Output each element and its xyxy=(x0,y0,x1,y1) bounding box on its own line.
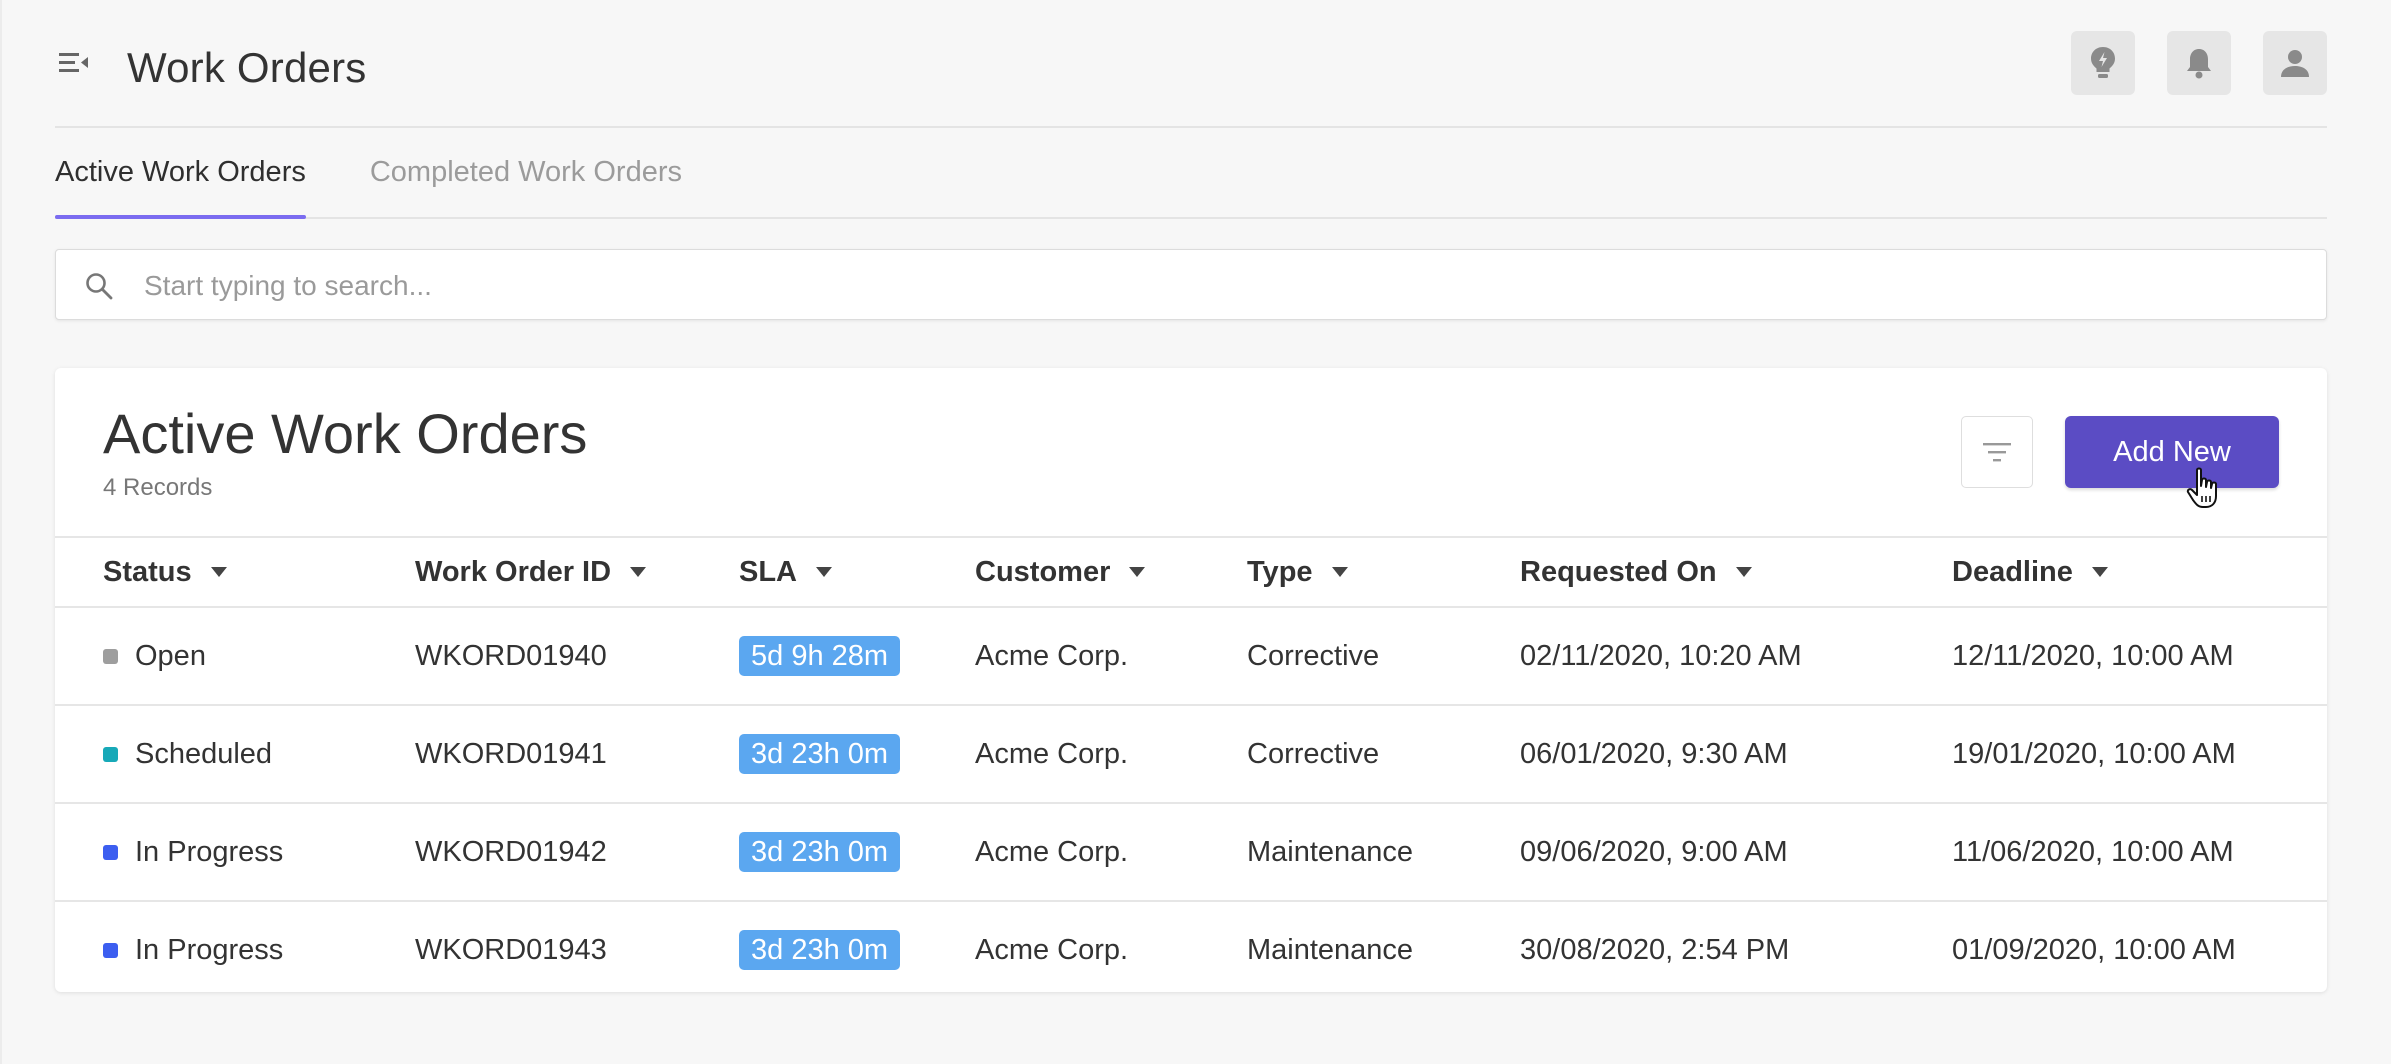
user-icon xyxy=(2281,50,2309,77)
sort-icon[interactable] xyxy=(1128,566,1146,578)
status-cell: Scheduled xyxy=(103,706,272,802)
filter-button[interactable] xyxy=(1961,416,2033,488)
filter-icon xyxy=(1983,443,2011,462)
deadline: 11/06/2020, 10:00 AM xyxy=(1952,835,2234,868)
tab-active-work-orders[interactable]: Active Work Orders xyxy=(55,128,306,219)
tab-completed-work-orders[interactable]: Completed Work Orders xyxy=(370,128,682,217)
record-count: 4 Records xyxy=(103,474,213,501)
search-icon xyxy=(86,273,113,300)
work-order-id: WKORD01942 xyxy=(415,835,607,868)
notifications-button[interactable] xyxy=(2167,31,2231,95)
search-input[interactable] xyxy=(142,250,2296,321)
status-label: In Progress xyxy=(135,835,284,868)
sla-cell: 3d 23h 0m xyxy=(739,706,901,802)
sla-badge: 5d 9h 28m xyxy=(739,636,901,676)
sort-icon[interactable] xyxy=(210,566,228,578)
menu-collapse-icon[interactable] xyxy=(55,47,91,79)
type: Maintenance xyxy=(1247,933,1414,966)
status-dot xyxy=(103,844,118,860)
requested-on: 09/06/2020, 9:00 AM xyxy=(1520,835,1788,868)
work-orders-card: Active Work Orders 4 Records Add New Sta… xyxy=(55,368,2327,992)
sla-badge: 3d 23h 0m xyxy=(739,930,901,970)
requested-on: 02/11/2020, 10:20 AM xyxy=(1520,639,1802,672)
col-customer[interactable]: Customer xyxy=(975,538,1146,606)
column-header-label: SLA xyxy=(739,555,797,588)
sla-cell: 3d 23h 0m xyxy=(739,902,901,998)
customer: Acme Corp. xyxy=(975,639,1129,672)
sort-icon[interactable] xyxy=(1735,566,1753,578)
sort-icon[interactable] xyxy=(1331,566,1349,578)
col-type[interactable]: Type xyxy=(1247,538,1349,606)
type: Corrective xyxy=(1247,639,1380,672)
type: Maintenance xyxy=(1247,835,1414,868)
profile-button[interactable] xyxy=(2263,31,2327,95)
column-header-label: Type xyxy=(1247,555,1313,588)
sla-cell: 3d 23h 0m xyxy=(739,804,901,900)
work-order-id: WKORD01940 xyxy=(415,639,607,672)
requested-on: 06/01/2020, 9:30 AM xyxy=(1520,737,1788,770)
status-dot xyxy=(103,648,118,664)
card-title: Active Work Orders xyxy=(103,402,588,465)
sla-badge: 3d 23h 0m xyxy=(739,734,901,774)
work-orders-table: Status Work Order ID SLA Customer Type R… xyxy=(55,536,2327,998)
column-header-label: Deadline xyxy=(1952,555,2073,588)
status-dot xyxy=(103,942,118,958)
requested-on: 30/08/2020, 2:54 PM xyxy=(1520,933,1790,966)
col-deadline[interactable]: Deadline xyxy=(1952,538,2109,606)
bell-icon xyxy=(2187,49,2211,79)
table-row[interactable]: Scheduled WKORD01941 3d 23h 0m Acme Corp… xyxy=(55,704,2327,802)
work-order-id: WKORD01943 xyxy=(415,933,607,966)
lightbulb-icon xyxy=(2091,47,2115,78)
status-cell: In Progress xyxy=(103,902,283,998)
work-order-id: WKORD01941 xyxy=(415,737,607,770)
tips-button[interactable] xyxy=(2071,31,2135,95)
deadline: 12/11/2020, 10:00 AM xyxy=(1952,639,2234,672)
customer: Acme Corp. xyxy=(975,835,1129,868)
col-requested-on[interactable]: Requested On xyxy=(1520,538,1753,606)
sort-icon[interactable] xyxy=(629,566,647,578)
status-cell: In Progress xyxy=(103,804,283,900)
type: Corrective xyxy=(1247,737,1380,770)
column-header-label: Status xyxy=(103,555,192,588)
search-bar xyxy=(55,249,2327,321)
table-row[interactable]: Open WKORD01940 5d 9h 28m Acme Corp. Cor… xyxy=(55,606,2327,704)
deadline: 01/09/2020, 10:00 AM xyxy=(1952,933,2236,966)
left-rail xyxy=(0,0,2,1064)
page-header: Work Orders xyxy=(55,0,2327,128)
add-new-button[interactable]: Add New xyxy=(2065,416,2279,488)
column-header-label: Requested On xyxy=(1520,555,1717,588)
sla-badge: 3d 23h 0m xyxy=(739,832,901,872)
sort-icon[interactable] xyxy=(815,566,833,578)
column-header-label: Customer xyxy=(975,555,1111,588)
customer: Acme Corp. xyxy=(975,933,1129,966)
table-row[interactable]: In Progress WKORD01943 3d 23h 0m Acme Co… xyxy=(55,900,2327,998)
sla-cell: 5d 9h 28m xyxy=(739,608,901,704)
table-header-row: Status Work Order ID SLA Customer Type R… xyxy=(55,536,2327,606)
table-row[interactable]: In Progress WKORD01942 3d 23h 0m Acme Co… xyxy=(55,802,2327,900)
col-sla[interactable]: SLA xyxy=(739,538,833,606)
sort-icon[interactable] xyxy=(2091,566,2109,578)
deadline: 19/01/2020, 10:00 AM xyxy=(1952,737,2236,770)
customer: Acme Corp. xyxy=(975,737,1129,770)
column-header-label: Work Order ID xyxy=(415,555,612,588)
col-status[interactable]: Status xyxy=(103,538,228,606)
tab-bar: Active Work Orders Completed Work Orders xyxy=(55,128,2327,219)
page: Work Orders Active Work Orders Completed… xyxy=(55,0,2327,992)
status-label: In Progress xyxy=(135,933,284,966)
status-cell: Open xyxy=(103,608,206,704)
status-label: Open xyxy=(135,639,206,672)
col-work-order-id[interactable]: Work Order ID xyxy=(415,538,647,606)
status-dot xyxy=(103,746,118,762)
page-title: Work Orders xyxy=(127,44,367,91)
header-actions xyxy=(2071,31,2327,95)
status-label: Scheduled xyxy=(135,737,273,770)
